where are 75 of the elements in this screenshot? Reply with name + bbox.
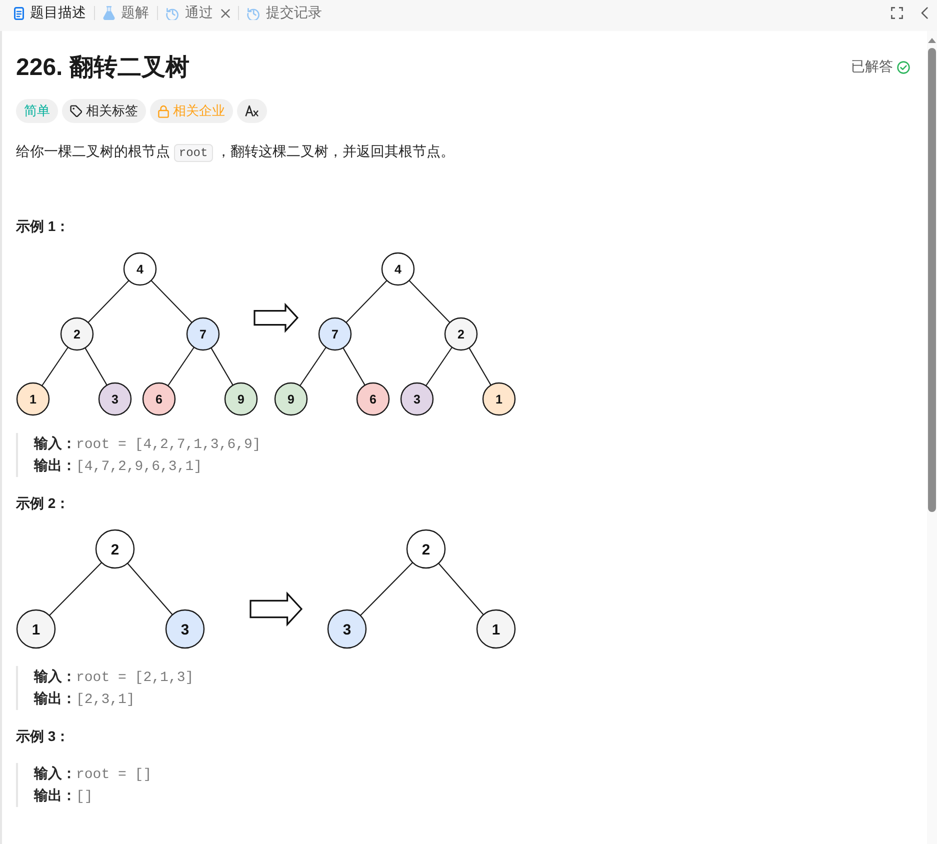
history-icon [166, 6, 179, 20]
scrollbar-thumb[interactable] [928, 48, 936, 512]
problem-title: 226. 翻转二叉树 [16, 53, 190, 83]
tree-node: 7 [186, 317, 220, 351]
input-label: 输入： [34, 434, 76, 453]
tree-node: 4 [381, 252, 415, 286]
input-label: 输入： [34, 667, 76, 686]
outline-arrow [250, 592, 303, 626]
tree-node: 1 [482, 382, 516, 416]
tree-edge [150, 280, 192, 323]
tree-node: 2 [60, 317, 94, 351]
tree-node: 3 [400, 382, 434, 416]
tag-icon [70, 105, 82, 117]
input-label: 输入： [34, 764, 76, 783]
tree-edge [300, 346, 326, 386]
tree-node: 1 [476, 609, 516, 649]
input-value: root = [4,2,7,1,3,6,9] [76, 436, 261, 455]
translate-button[interactable] [237, 99, 267, 123]
tree-node: 7 [318, 317, 352, 351]
output-value: [2,3,1] [76, 691, 135, 710]
outline-arrow [254, 302, 299, 333]
tree-edge [84, 348, 108, 386]
tab[interactable]: 题目描述 [6, 2, 94, 24]
tree-node: 1 [16, 382, 50, 416]
tree-edge [168, 346, 194, 386]
tree-edge [426, 346, 452, 386]
tree-edge [48, 562, 102, 616]
tree-edge [88, 280, 130, 323]
tree-node: 9 [224, 382, 258, 416]
output-label: 输出： [34, 786, 76, 805]
tree-node: 6 [142, 382, 176, 416]
tree-node: 2 [444, 317, 478, 351]
tree-node: 2 [95, 529, 135, 569]
tree-node: 6 [356, 382, 390, 416]
tree-node: 9 [274, 382, 308, 416]
tree-node: 2 [406, 529, 446, 569]
tree-node: 1 [16, 609, 56, 649]
tree-edge [210, 348, 234, 386]
translate-icon [245, 105, 259, 117]
example-heading: 示例 1： [16, 217, 71, 236]
tree-node: 4 [123, 252, 157, 286]
history-icon [247, 6, 260, 20]
tab[interactable]: 通过 [158, 2, 238, 24]
example-heading: 示例 3： [16, 727, 71, 746]
chevron-left-icon[interactable] [921, 7, 928, 19]
flask-icon [103, 6, 115, 20]
tree-edge [42, 346, 68, 386]
tree-node: 3 [98, 382, 132, 416]
lock-icon [158, 104, 169, 118]
output-label: 输出： [34, 689, 76, 708]
tree-edge [468, 348, 492, 386]
tree-edge [360, 562, 414, 616]
tree-node: 3 [165, 609, 205, 649]
difficulty-tag: 简单 [16, 99, 58, 123]
output-value: [4,7,2,9,6,3,1] [76, 458, 202, 477]
solved-status: 已解答 [851, 58, 893, 76]
tab[interactable]: 提交记录 [239, 2, 330, 24]
input-value: root = [] [76, 766, 152, 785]
tab[interactable]: 题解 [95, 2, 157, 24]
fullscreen-icon[interactable] [891, 7, 903, 19]
tree-edge [408, 280, 450, 323]
tree-edge [127, 562, 173, 616]
topics-button[interactable]: 相关标签 [62, 99, 146, 123]
example-heading: 示例 2： [16, 494, 71, 513]
document-icon [14, 6, 24, 20]
close-icon[interactable] [221, 8, 230, 18]
output-value: [] [76, 788, 93, 807]
tree-edge [346, 280, 388, 323]
input-value: root = [2,1,3] [76, 669, 194, 688]
tree-edge [342, 348, 366, 386]
problem-description: 给你一棵二叉树的根节点 root ，翻转这棵二叉树，并返回其根节点。 [16, 142, 456, 164]
output-label: 输出： [34, 456, 76, 475]
tree-node: 3 [327, 609, 367, 649]
scroll-up-arrow-icon[interactable] [928, 38, 936, 43]
tree-edge [438, 562, 484, 616]
